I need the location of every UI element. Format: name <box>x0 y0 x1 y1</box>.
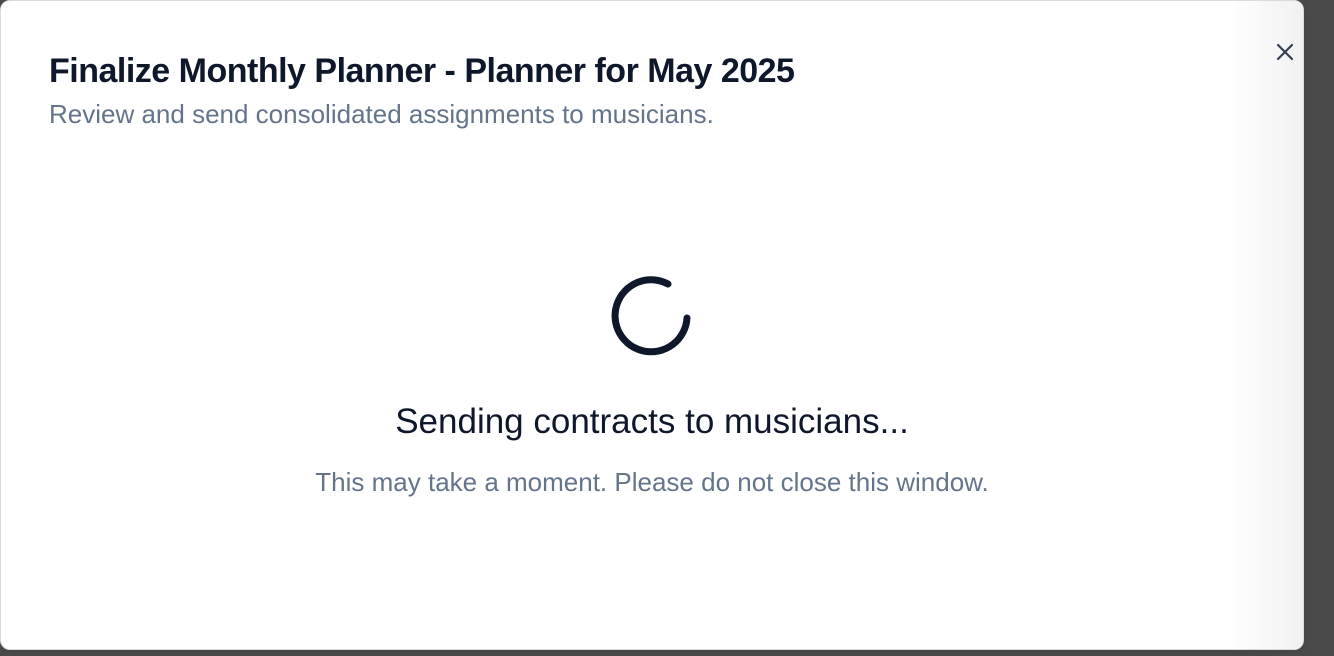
dialog-subtitle: Review and send consolidated assignments… <box>49 99 714 129</box>
close-button[interactable] <box>1267 34 1303 70</box>
dialog-title: Finalize Monthly Planner - Planner for M… <box>49 52 795 90</box>
finalize-planner-dialog: Finalize Monthly Planner - Planner for M… <box>0 0 1304 650</box>
progress-section: Sending contracts to musicians... This m… <box>1 271 1303 499</box>
hint-text: This may take a moment. Please do not cl… <box>315 467 989 497</box>
dialog-header: Finalize Monthly Planner - Planner for M… <box>49 49 1223 131</box>
loading-spinner-icon <box>611 276 691 356</box>
status-text: Sending contracts to musicians... <box>395 402 909 441</box>
close-icon <box>1276 43 1294 61</box>
